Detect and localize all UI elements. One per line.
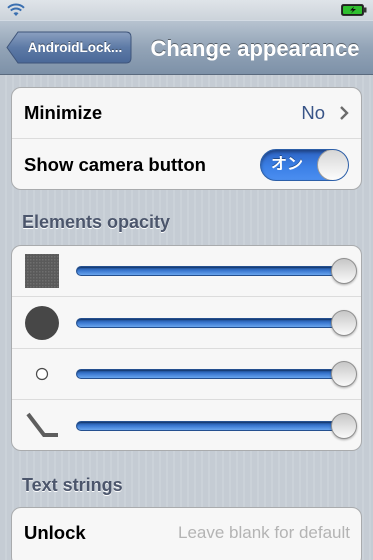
wifi-icon bbox=[7, 3, 25, 16]
general-settings-group: Minimize No Show camera button オン bbox=[11, 87, 362, 190]
unlock-text-field[interactable] bbox=[122, 508, 354, 558]
unlock-label: Unlock bbox=[24, 522, 86, 543]
back-button[interactable]: AndroidLock... bbox=[6, 31, 132, 64]
minimize-value: No bbox=[301, 102, 325, 123]
show-camera-label: Show camera button bbox=[24, 153, 206, 175]
battery-charging-icon bbox=[341, 4, 367, 16]
text-strings-group: Unlock bbox=[11, 507, 362, 560]
opacity-row bbox=[12, 246, 361, 297]
chevron-right-icon bbox=[340, 106, 349, 120]
text-strings-header: Text strings bbox=[22, 475, 123, 495]
minimize-label: Minimize bbox=[24, 102, 103, 123]
back-button-label: AndroidLock... bbox=[27, 40, 123, 55]
opacity-slider-track[interactable] bbox=[76, 266, 344, 276]
show-camera-row: Show camera button オン bbox=[12, 139, 361, 189]
line-icon bbox=[26, 412, 58, 437]
large-dot-icon bbox=[25, 305, 59, 340]
show-camera-switch[interactable]: オン bbox=[260, 149, 349, 181]
opacity-row bbox=[12, 349, 361, 400]
switch-on-text: オン bbox=[271, 156, 304, 173]
square-icon bbox=[25, 254, 59, 288]
opacity-row bbox=[12, 400, 361, 450]
opacity-sliders-group bbox=[11, 245, 362, 451]
switch-knob[interactable] bbox=[317, 150, 348, 180]
small-dot-icon bbox=[35, 367, 49, 381]
unlock-row: Unlock bbox=[12, 508, 361, 558]
status-bar bbox=[0, 0, 373, 20]
opacity-slider-track[interactable] bbox=[76, 369, 344, 379]
opacity-slider-track[interactable] bbox=[76, 420, 344, 431]
opacity-slider-track[interactable] bbox=[76, 317, 344, 328]
opacity-slider-thumb[interactable] bbox=[331, 361, 357, 387]
opacity-row bbox=[12, 297, 361, 349]
navigation-bar: AndroidLock... Change appearance bbox=[0, 20, 373, 75]
opacity-slider-thumb[interactable] bbox=[331, 258, 357, 284]
page-title: Change appearance bbox=[150, 36, 360, 61]
opacity-slider-thumb[interactable] bbox=[331, 309, 357, 336]
minimize-row[interactable]: Minimize No bbox=[12, 88, 361, 139]
elements-opacity-header: Elements opacity bbox=[22, 212, 171, 232]
opacity-slider-thumb[interactable] bbox=[331, 412, 357, 439]
